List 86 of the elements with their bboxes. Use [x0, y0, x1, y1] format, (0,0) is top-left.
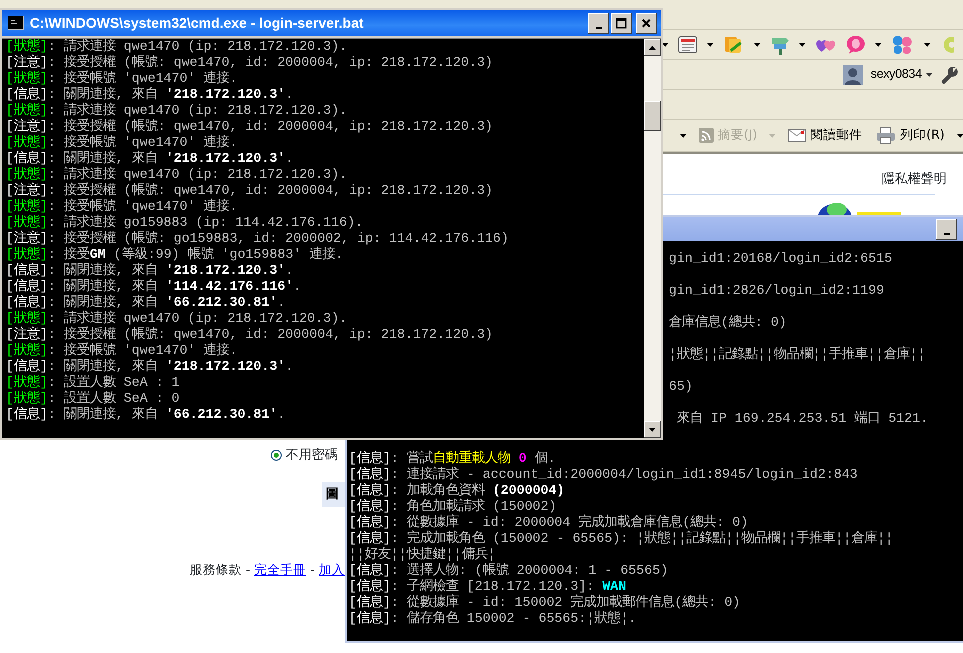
caret-icon[interactable]: [799, 42, 806, 46]
scroll-up-button[interactable]: [644, 39, 661, 56]
console-line: [狀態]: 接受帳號 'qwe1470' 連接.: [6, 135, 238, 150]
console-line: [信息]: 子網檢查 [218.172.120.3]: WAN: [349, 579, 627, 594]
scroll-down-button[interactable]: [644, 421, 661, 438]
caret-icon[interactable]: [956, 134, 963, 138]
window-title: C:\WINDOWS\system32\cmd.exe - login-server.bat: [30, 14, 365, 33]
console-line: 65): [669, 379, 693, 395]
console-line: [注意]: 接受授權 (帳號: qwe1470, id: 2000004, ip: 218.172.120.3): [6, 183, 494, 198]
folder-icon[interactable]: [723, 34, 745, 54]
console-line: [狀態]: 請求連接 go159883 (ip: 114.42.176.116).: [6, 215, 364, 230]
caret-icon[interactable]: [662, 42, 669, 46]
calendar-icon[interactable]: [678, 36, 698, 54]
console-line: [信息]: 選擇人物: (帳號 2000004: 1 - 65565): [349, 563, 668, 579]
wrench-icon[interactable]: [941, 66, 959, 84]
scroll-thumb[interactable]: [644, 101, 661, 131]
read-mail-button[interactable]: 閱讀郵件: [786, 126, 864, 145]
console-line: [狀態]: 請求連接 qwe1470 (ip: 218.172.120.3).: [6, 167, 348, 182]
footer-text: 服務條款: [190, 561, 242, 579]
caret-icon[interactable]: [707, 42, 714, 46]
caret-icon[interactable]: [875, 42, 882, 46]
radio-option[interactable]: 不用密碼: [271, 446, 338, 465]
console-line: [狀態]: 接受帳號 'qwe1470' 連接.: [6, 71, 238, 86]
close-button[interactable]: [636, 12, 657, 34]
console-line: [信息]: 嘗試自動重載人物 0 個.: [349, 451, 556, 466]
console-line: [注意]: 接受授權 (帳號: qwe1470, id: 2000004, ip: 218.172.120.3): [6, 119, 494, 134]
console-line: [狀態]: 請求連接 qwe1470 (ip: 218.172.120.3).: [6, 311, 348, 326]
console-line: gin_id1:2826/login_id2:1199: [669, 283, 884, 299]
console-line: [注意]: 接受授權 (帳號: go159883, id: 2000002, ip: 114.42.176.116): [6, 231, 509, 246]
user-menu-button[interactable]: sexy0834: [868, 65, 935, 84]
console-line: [信息]: 儲存角色 150002 - 65565:¦狀態¦.: [349, 611, 637, 627]
footer-link[interactable]: 完全手冊: [254, 561, 306, 580]
console-line: [信息]: 關閉連接, 來自 '218.172.120.3'.: [6, 87, 294, 102]
console-line: 倉庫信息(總共: 0): [669, 315, 787, 331]
console-line: [信息]: 從數據庫 - id: 2000004 完成加載倉庫信息(總共: 0): [349, 515, 749, 530]
chat-bubble-icon[interactable]: [846, 34, 866, 54]
footer-link[interactable]: 加入: [319, 561, 345, 580]
console-line: [狀態]: 接受GM (等級:99) 帳號 'go159883' 連接.: [6, 247, 344, 262]
console-line: [注意]: 接受授權 (帳號: qwe1470, id: 2000004, ip: 218.172.120.3): [6, 327, 494, 342]
caret-icon[interactable]: [924, 42, 931, 46]
console-line: [注意]: 接受授權 (帳號: qwe1470, id: 2000004, ip: 218.172.120.3): [6, 55, 494, 70]
up-arrow-icon: [649, 46, 656, 50]
console-line: [狀態]: 請求連接 qwe1470 (ip: 218.172.120.3).: [6, 103, 348, 118]
console-line: ¦狀態¦¦記錄點¦¦物品欄¦¦手推車¦¦倉庫¦¦: [669, 347, 926, 363]
maximize-icon: [616, 18, 627, 28]
close-icon: [641, 18, 652, 28]
minimize-button[interactable]: [936, 218, 957, 240]
console-line: [信息]: 角色加載請求 (150002): [349, 499, 557, 514]
console-line: [狀態]: 設置人數 SeA : 0: [6, 391, 180, 406]
console-line: [狀態]: 接受帳號 'qwe1470' 連接.: [6, 343, 238, 358]
image-button[interactable]: 圖: [322, 482, 345, 507]
console-line: [信息]: 連接請求 - account_id:2000004/login_id1:8945/login_id2:843: [349, 467, 858, 482]
console-line: [信息]: 從數據庫 - id: 150002 完成加載郵件信息(總共: 0): [349, 595, 741, 610]
caret-icon[interactable]: [680, 134, 687, 138]
radio-button[interactable]: [271, 450, 282, 461]
console-line: 來自 IP 169.254.253.51 端口 5121.: [676, 411, 928, 427]
separator-text: -: [310, 561, 315, 579]
console-line: gin_id1:20168/login_id2:6515: [669, 251, 892, 267]
console-line: [信息]: 關閉連接, 來自 '114.42.176.116'.: [6, 279, 302, 294]
console-line: [狀態]: 請求連接 qwe1470 (ip: 218.172.120.3).: [6, 39, 348, 54]
console-line: [信息]: 關閉連接, 來自 '218.172.120.3'.: [6, 151, 294, 166]
separator-text: -: [246, 561, 250, 579]
avatar-icon: [842, 64, 863, 84]
caret-icon[interactable]: [754, 42, 761, 46]
console-line: [信息]: 關閉連接, 來自 '66.212.30.81'.: [6, 295, 286, 310]
print-button[interactable]: 列印(R): [874, 126, 947, 145]
console-line: [信息]: 加載角色資料 (2000004): [349, 483, 565, 498]
minimize-icon: [596, 26, 602, 28]
minimize-button[interactable]: [588, 12, 609, 34]
console-line: [狀態]: 設置人數 SeA : 1: [6, 375, 180, 390]
scrollbar[interactable]: [644, 39, 661, 438]
console-line-continuation: ¦¦好友¦¦快捷鍵¦¦傭兵¦: [349, 547, 496, 563]
caret-icon[interactable]: [926, 72, 933, 76]
down-arrow-icon: [649, 428, 656, 432]
console-line: [信息]: 完成加載角色 (150002 - 65565): ¦狀態¦¦記錄點¦¦物品欄¦¦手推車¦¦倉庫¦¦: [349, 531, 894, 547]
console-line: [信息]: 關閉連接, 來自 '66.212.30.81'.: [6, 407, 286, 423]
console-line: [狀態]: 接受帳號 'qwe1470' 連接.: [6, 199, 238, 214]
rss-icon: [699, 128, 714, 143]
printer-icon: [876, 126, 896, 144]
console-line: [信息]: 關閉連接, 來自 '218.172.120.3'.: [6, 359, 294, 374]
minimize-icon: [944, 232, 950, 234]
maximize-button[interactable]: [611, 12, 632, 34]
envelope-icon: [788, 129, 806, 142]
console-line: [信息]: 關閉連接, 來自 '218.172.120.3'.: [6, 263, 294, 278]
privacy-link[interactable]: 隱私權聲明: [882, 170, 947, 190]
console-icon: [8, 16, 24, 30]
